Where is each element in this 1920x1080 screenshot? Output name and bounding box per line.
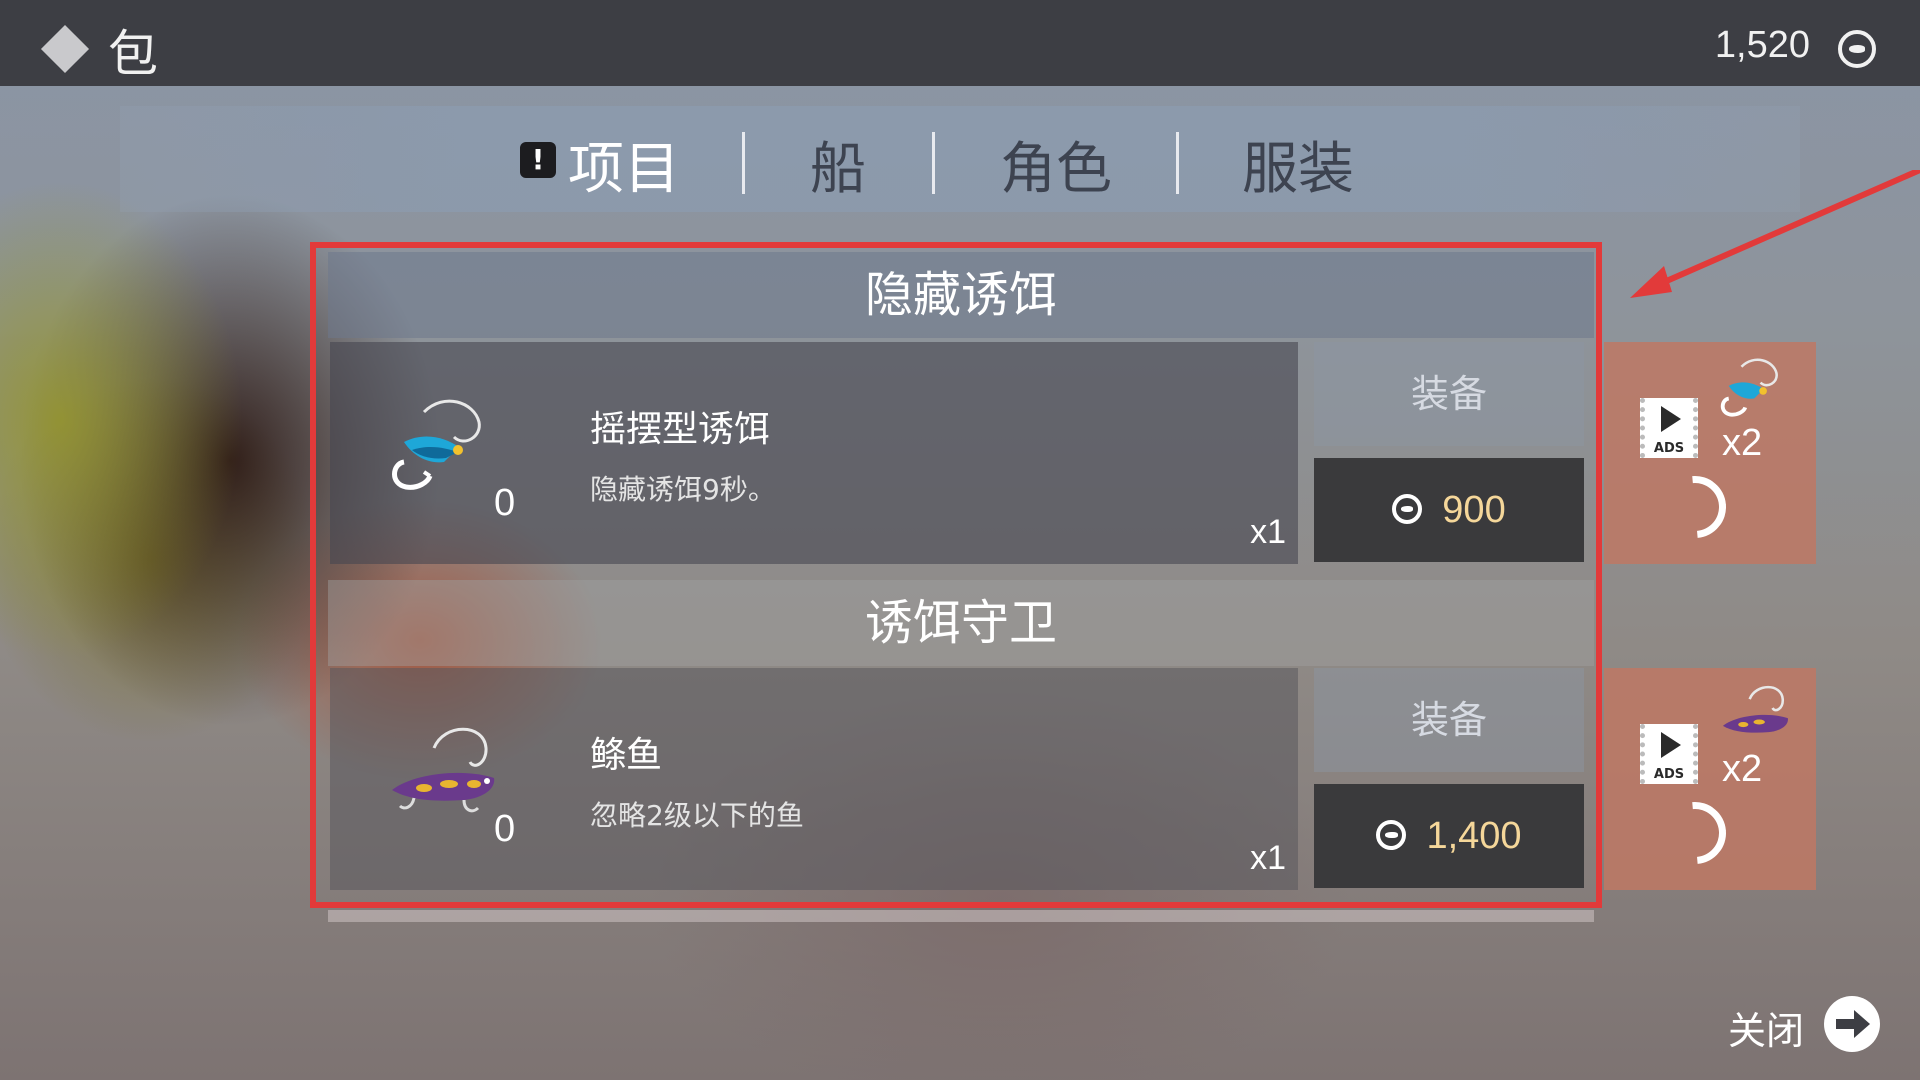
coin-icon (1838, 30, 1876, 68)
tab-items[interactable]: 项目 (568, 124, 680, 205)
tab-character[interactable]: 角色 (1000, 124, 1112, 205)
tab-divider (742, 132, 745, 194)
page-title: 包 (108, 25, 158, 83)
tab-outfit[interactable]: 服装 (1242, 124, 1354, 205)
fly-lure-icon (1720, 358, 1778, 417)
loading-spinner-icon (1651, 789, 1739, 877)
ad-multiplier: x2 (1722, 748, 1763, 790)
tab-bar: ! 项目 船 角色 服装 (120, 106, 1800, 212)
list-next-item-peek (328, 910, 1594, 922)
top-bar: 包 1,520 (0, 0, 1920, 86)
tab-boat[interactable]: 船 (810, 124, 866, 205)
arrow-right-icon (1824, 996, 1880, 1052)
ads-label: ADS (1653, 767, 1685, 782)
highlight-box (310, 242, 1602, 908)
ads-label: ADS (1653, 441, 1685, 456)
tab-divider (932, 132, 935, 194)
coin-balance: 1,520 (1714, 24, 1810, 66)
close-label: 关闭 (1727, 1009, 1804, 1053)
watch-ad-button[interactable]: ADS x2 (1604, 668, 1816, 890)
minnow-lure-icon (1722, 685, 1788, 733)
loading-spinner-icon (1651, 463, 1739, 551)
watch-ad-button[interactable]: ADS x2 (1604, 342, 1816, 564)
tab-divider (1176, 132, 1179, 194)
arrow-icon (1630, 170, 1920, 298)
alert-icon: ! (520, 142, 556, 178)
ad-multiplier: x2 (1722, 422, 1763, 464)
video-ad-icon: ADS (1640, 724, 1698, 784)
diamond-icon (40, 24, 90, 74)
video-ad-icon: ADS (1640, 398, 1698, 458)
